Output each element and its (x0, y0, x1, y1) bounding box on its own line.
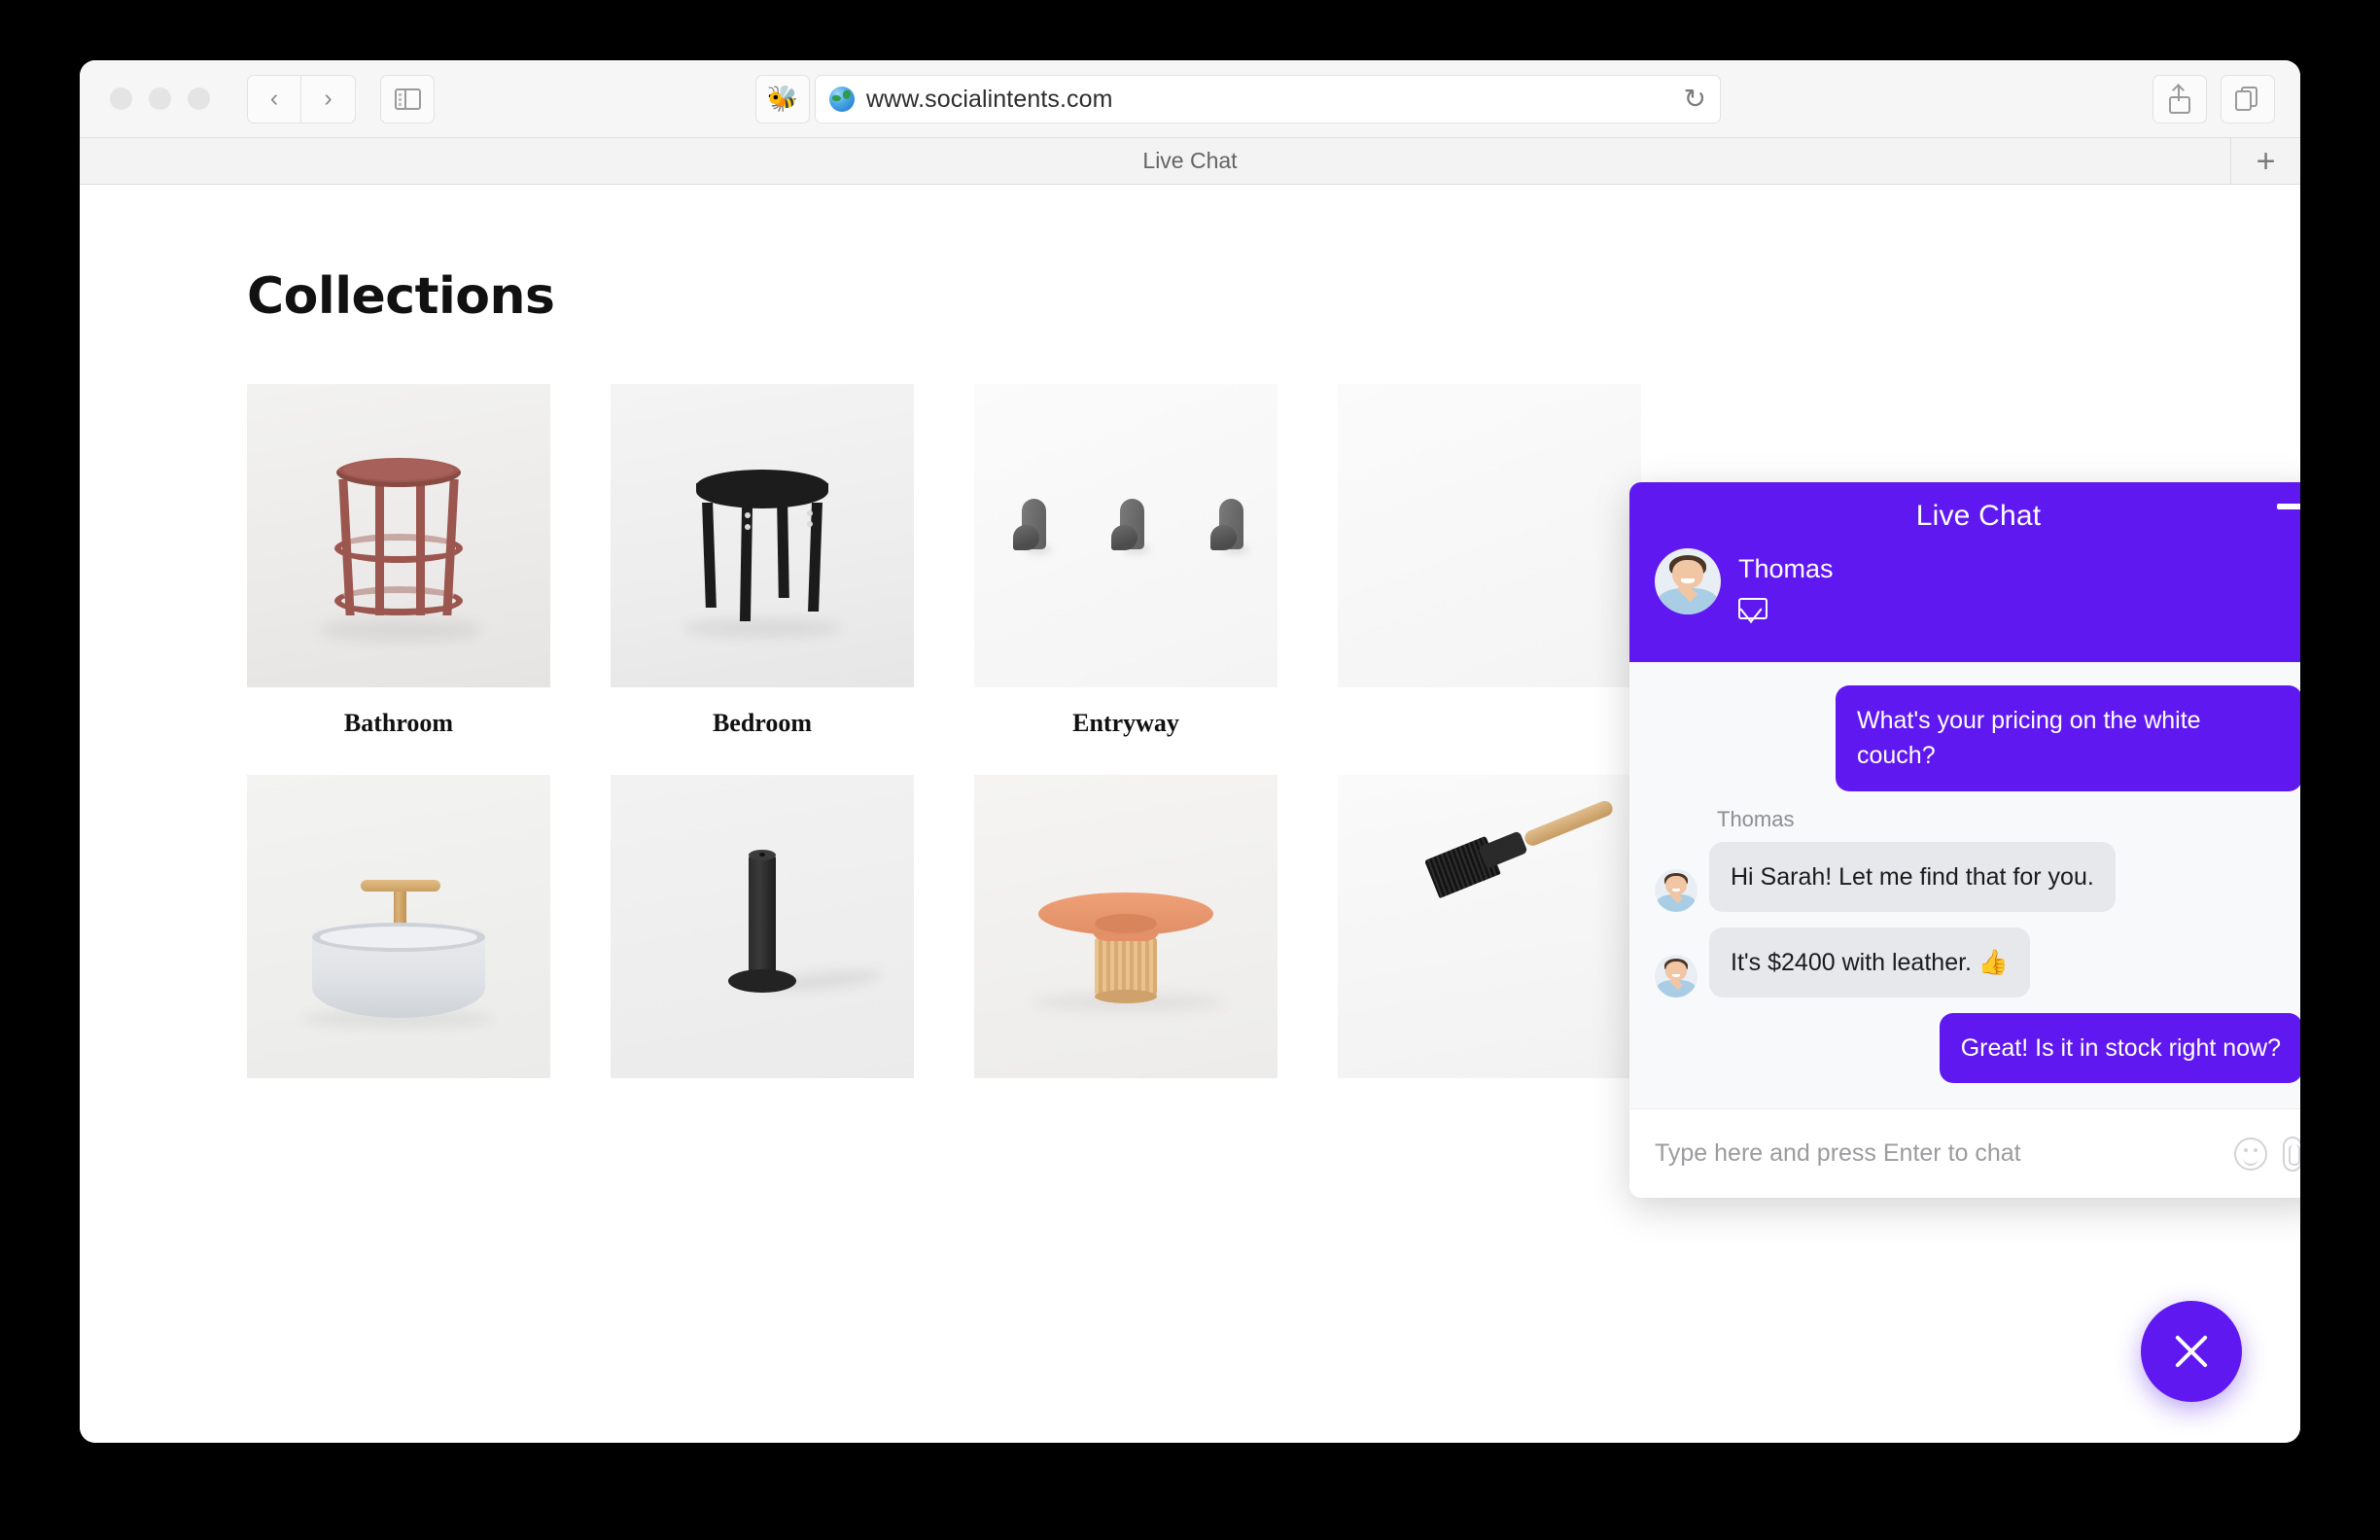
chat-input[interactable] (1655, 1139, 2219, 1169)
message-bubble: Great! Is it in stock right now? (1939, 1013, 2300, 1084)
collection-thumbnail[interactable] (974, 384, 1278, 687)
bug-icon: 🐝 (766, 84, 799, 113)
collection-thumbnail[interactable] (1338, 384, 1641, 687)
minimize-chat-button[interactable] (2277, 504, 2300, 509)
chat-message-outgoing: Great! Is it in stock right now? (1655, 1013, 2300, 1084)
nav-buttons: ‹ › (247, 74, 356, 123)
live-chat-widget: Live Chat Thomas What's your pricing on … (1629, 482, 2300, 1199)
collection-card-6[interactable] (611, 775, 914, 1100)
collection-image-obscured (1338, 384, 1641, 687)
collection-card-entryway[interactable]: Entryway (974, 384, 1278, 738)
collection-card-bedroom[interactable]: Bedroom (611, 384, 914, 738)
collection-thumbnail[interactable] (611, 775, 914, 1078)
collection-card-8[interactable] (1338, 775, 1641, 1100)
emoji-icon[interactable] (2234, 1137, 2267, 1171)
tab-overview-button[interactable] (2221, 75, 2275, 123)
close-window-button[interactable] (110, 88, 132, 110)
paperclip-icon[interactable] (2283, 1136, 2300, 1172)
collection-thumbnail[interactable] (974, 775, 1278, 1078)
white-basin-wood-handle-image (247, 775, 550, 1078)
url-text: www.socialintents.com (866, 85, 1113, 113)
collection-card-4[interactable] (1338, 384, 1641, 738)
black-cylinder-hook-image (611, 775, 914, 1078)
chat-input-bar (1629, 1108, 2300, 1199)
red-metal-stool-image (247, 384, 550, 687)
collection-thumbnail[interactable] (611, 384, 914, 687)
share-icon (2169, 84, 2190, 114)
close-icon (2170, 1330, 2213, 1373)
browser-window: ‹ › 🐝 M www.socialintents.com ↻ (80, 60, 2300, 1443)
message-sender-label: Thomas (1717, 806, 1795, 831)
chevron-right-icon: › (324, 85, 332, 112)
address-bar[interactable]: www.socialintents.com ↻ (815, 75, 1721, 123)
collection-label: Bedroom (712, 709, 813, 737)
chat-agent-row: Thomas (1655, 548, 2300, 619)
collection-card-7[interactable] (974, 775, 1278, 1100)
collection-thumbnail[interactable] (1338, 775, 1641, 1078)
agent-avatar-small (1655, 955, 1698, 998)
message-bubble: What's your pricing on the white couch? (1836, 685, 2300, 791)
collection-label: Bathroom (343, 709, 454, 737)
agent-name: Thomas (1738, 554, 1834, 583)
tab-overview-icon (2235, 87, 2260, 112)
browser-toolbar: ‹ › 🐝 M www.socialintents.com ↻ (80, 60, 2300, 138)
collection-card-5[interactable] (247, 775, 550, 1100)
tab-live-chat[interactable]: Live Chat (1142, 148, 1237, 174)
agent-avatar-small (1655, 868, 1698, 912)
sidebar-icon (394, 88, 421, 110)
message-bubble: It's $2400 with leather. 👍 (1709, 927, 2031, 998)
grey-wall-hooks-image (974, 384, 1278, 687)
tab-bar: Live Chat + (80, 138, 2300, 185)
chat-header: Live Chat Thomas (1629, 482, 2300, 662)
close-chat-fab[interactable] (2141, 1301, 2242, 1402)
chat-message-incoming: Hi Sarah! Let me find that for you. (1655, 841, 2300, 912)
maximize-window-button[interactable] (188, 88, 210, 110)
wood-handle-brush-image (1338, 775, 1641, 1078)
peach-pedestal-bowl-image (974, 775, 1278, 1078)
envelope-icon[interactable] (1738, 598, 1768, 619)
message-bubble: Hi Sarah! Let me find that for you. (1709, 841, 2116, 912)
collection-thumbnail[interactable] (247, 384, 550, 687)
window-traffic-lights (110, 88, 210, 110)
chat-message-outgoing: What's your pricing on the white couch? (1655, 685, 2300, 791)
black-side-table-image (611, 384, 914, 687)
collection-thumbnail[interactable] (247, 775, 550, 1078)
chat-title: Live Chat (1915, 500, 2042, 532)
share-button[interactable] (2152, 75, 2207, 123)
collection-card-bathroom[interactable]: Bathroom (247, 384, 550, 738)
forward-button[interactable]: › (301, 74, 356, 123)
sidebar-toggle-button[interactable] (380, 74, 435, 123)
chevron-left-icon: ‹ (269, 85, 279, 112)
page-content: Collections Bathroom Bedroom Entryway Li… (80, 185, 2300, 1443)
back-button[interactable]: ‹ (247, 74, 301, 123)
agent-avatar (1655, 548, 1721, 614)
chat-message-list: What's your pricing on the white couch? … (1629, 662, 2300, 1109)
chat-message-incoming: It's $2400 with leather. 👍 (1655, 927, 2300, 998)
collection-label: Entryway (1072, 709, 1179, 737)
reload-icon[interactable]: ↻ (1684, 86, 1706, 113)
page-title: Collections (247, 267, 555, 326)
minimize-window-button[interactable] (149, 88, 171, 110)
new-tab-button[interactable]: + (2230, 138, 2300, 184)
globe-icon (829, 87, 855, 112)
toolbar-right-buttons (2152, 75, 2275, 123)
bug-extension-button[interactable]: 🐝 (755, 74, 810, 123)
